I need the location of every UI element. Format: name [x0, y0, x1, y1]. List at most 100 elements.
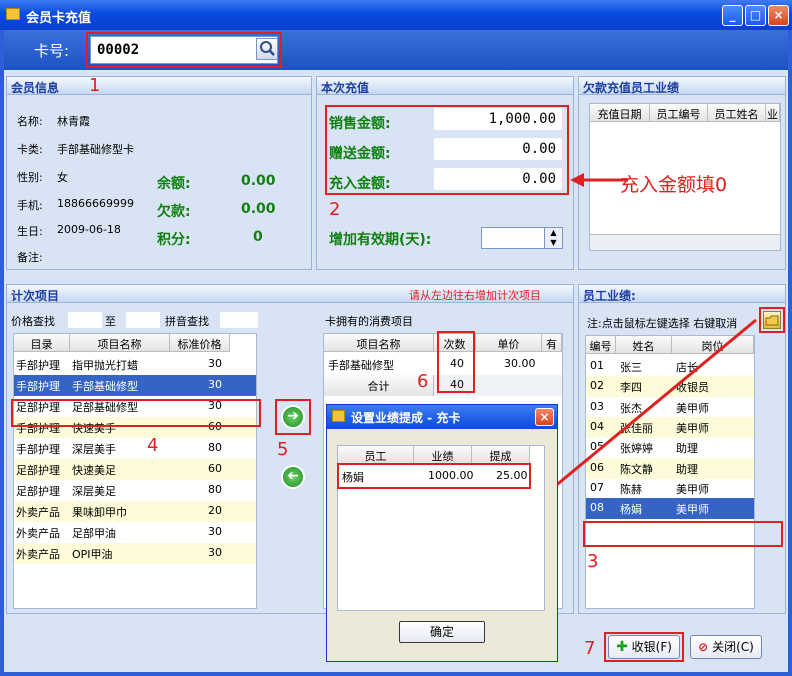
- staff-row-role: 美甲师: [676, 503, 709, 517]
- annotation-number-7: 7: [584, 638, 596, 659]
- annotation-number-1: 1: [89, 75, 101, 96]
- app-icon: [6, 8, 20, 20]
- owned-items-title: 卡拥有的消费项目: [325, 315, 413, 328]
- project-row-cat: 足部护理: [16, 464, 60, 477]
- project-row-cat: 外卖产品: [16, 527, 60, 540]
- validity-spinner[interactable]: ▲ ▼: [481, 227, 563, 249]
- minimize-button[interactable]: _: [722, 5, 743, 26]
- member-cardtype-label: 卡类:: [17, 143, 43, 156]
- count-items-hint: 请从左边往右增加计次项目: [409, 289, 541, 302]
- staff-row-name: 杨娟: [620, 503, 642, 517]
- project-row[interactable]: 足部护理 深层美足 80: [14, 480, 256, 501]
- price-from-input[interactable]: [67, 311, 103, 329]
- project-col-price: 标准价格: [170, 334, 230, 352]
- project-row-name: 果味卸甲巾: [72, 506, 127, 519]
- annotation-charge-hint: 充入金额填0: [620, 174, 728, 196]
- member-gender-label: 性别:: [17, 171, 43, 184]
- project-col-category: 目录: [14, 334, 70, 352]
- project-row-cat: 外卖产品: [16, 506, 60, 519]
- project-row[interactable]: 外卖产品 OPI甲油 30: [14, 543, 256, 564]
- balance-value: 0.00: [241, 173, 276, 189]
- project-row-price: 30: [208, 357, 222, 370]
- folder-hand-icon: [765, 315, 779, 326]
- title-bar[interactable]: 会员卡充值 _ □ ×: [0, 0, 792, 30]
- add-project-button[interactable]: ➔: [281, 405, 305, 429]
- card-bar: 卡号: 00002: [4, 30, 788, 70]
- ok-button[interactable]: 确定: [399, 621, 485, 643]
- project-col-name: 项目名称: [70, 334, 170, 352]
- points-label: 积分:: [157, 232, 191, 248]
- member-name-value: 林青霞: [57, 115, 90, 128]
- spinner-arrows-icon[interactable]: ▲ ▼: [544, 228, 562, 248]
- member-gender-value: 女: [57, 171, 68, 184]
- arrears-hscrollbar[interactable]: [590, 234, 780, 250]
- project-row-name: 深层美足: [72, 485, 116, 498]
- project-row[interactable]: 外卖产品 果味卸甲巾 20: [14, 501, 256, 522]
- project-row-price: 30: [208, 546, 222, 559]
- staff-row-id: 08: [590, 501, 604, 515]
- project-row-name: 深层美手: [72, 443, 116, 456]
- staff-config-button[interactable]: [763, 311, 781, 329]
- project-row[interactable]: 足部护理 快速美足 60: [14, 459, 256, 480]
- staff-row-selected[interactable]: 08 杨娟 美甲师: [586, 498, 754, 520]
- annotation-frame-project: [11, 399, 261, 427]
- member-info-panel: 会员信息 1 名称: 林青霞 卡类: 手部基础修型卡 性别: 女 手机: 188…: [6, 75, 312, 270]
- window-title: 会员卡充值: [26, 11, 92, 26]
- project-row-name: 手部基础修型: [72, 380, 138, 393]
- staff-header: 员工业绩:: [579, 285, 785, 303]
- project-row-price: 30: [208, 378, 222, 391]
- member-birthday-value: 2009-06-18: [57, 223, 121, 236]
- arrears-header: 欠款充值员工业绩: [579, 77, 785, 95]
- annotation-number-6: 6: [417, 371, 429, 392]
- project-row-price: 20: [208, 504, 222, 517]
- recharge-header: 本次充值: [317, 77, 573, 95]
- project-row-price: 30: [208, 525, 222, 538]
- annotation-number-3: 3: [587, 551, 599, 572]
- arrears-col-staffid: 员工编号: [650, 104, 708, 122]
- owned-col-price: 单价: [476, 334, 542, 352]
- checkout-label: 收银(F): [631, 640, 672, 654]
- project-row-name: 快速美足: [72, 464, 116, 477]
- project-row[interactable]: 手部护理 深层美手 80: [14, 438, 256, 459]
- checkout-button[interactable]: ✚ 收银(F): [608, 635, 680, 659]
- annotation-frame-staff-row: [583, 521, 783, 547]
- close-button[interactable]: ⊘ 关闭(C): [690, 635, 762, 659]
- restore-button[interactable]: □: [745, 5, 766, 26]
- price-to-input[interactable]: [125, 311, 161, 329]
- member-name-label: 名称:: [17, 115, 43, 128]
- close-window-button[interactable]: ×: [768, 5, 789, 26]
- project-row-selected[interactable]: 手部护理 手部基础修型 30: [14, 375, 256, 396]
- member-birthday-label: 生日:: [17, 225, 43, 238]
- project-row[interactable]: 手部护理 指甲抛光打蜡 30: [14, 354, 256, 375]
- price-to-label: 至: [105, 315, 116, 328]
- validity-label: 增加有效期(天):: [329, 232, 432, 248]
- arrears-col-staffname: 员工姓名: [708, 104, 766, 122]
- arrears-label: 欠款:: [157, 204, 191, 220]
- member-remark-label: 备注:: [17, 251, 43, 264]
- dialog-close-button[interactable]: ×: [535, 408, 554, 426]
- annotation-number-4: 4: [147, 435, 159, 456]
- no-entry-icon: ⊘: [698, 640, 709, 654]
- project-row-cat: 手部护理: [16, 443, 60, 456]
- project-row-name: 足部甲油: [72, 527, 116, 540]
- owned-row-name: 手部基础修型: [328, 359, 394, 372]
- project-row[interactable]: 外卖产品 足部甲油 30: [14, 522, 256, 543]
- remove-project-button[interactable]: ➔: [281, 465, 305, 489]
- price-search-label: 价格查找: [11, 315, 55, 328]
- dialog-title-bar[interactable]: 设置业绩提成 - 充卡 ×: [327, 405, 557, 429]
- arrears-col-more: 业: [766, 104, 780, 122]
- project-row-cat: 手部护理: [16, 359, 60, 372]
- arrears-col-date: 充值日期: [590, 104, 650, 122]
- dialog-title: 设置业绩提成 - 充卡: [351, 411, 461, 425]
- arrears-value: 0.00: [241, 201, 276, 217]
- pinyin-search-input[interactable]: [219, 311, 259, 329]
- recharge-window: 会员卡充值 _ □ × 卡号: 00002 会员信息 1 名称: 林青霞 卡类:…: [0, 0, 792, 676]
- project-row-cat: 手部护理: [16, 380, 60, 393]
- card-number-label: 卡号:: [34, 42, 70, 60]
- annotation-arrow-dialog: [538, 318, 757, 498]
- member-cardtype-value: 手部基础修型卡: [57, 143, 134, 156]
- points-value: 0: [253, 229, 263, 245]
- project-list-grid[interactable]: 目录 项目名称 标准价格 手部护理 指甲抛光打蜡 30 手部护理 手部基础修型 30 足部护…: [13, 333, 257, 609]
- close-label: 关闭(C): [712, 640, 754, 654]
- member-phone-value: 18866669999: [57, 197, 134, 210]
